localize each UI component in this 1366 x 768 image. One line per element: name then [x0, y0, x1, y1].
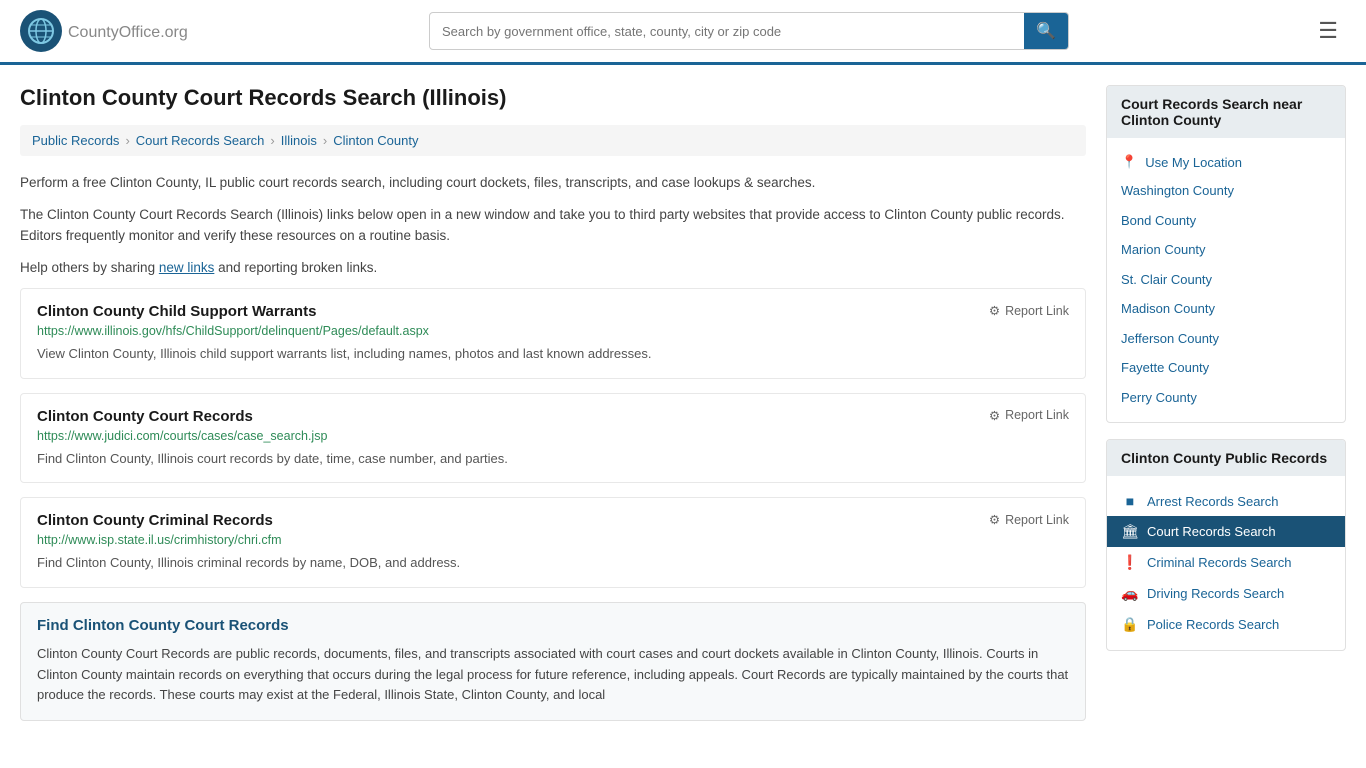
report-link-btn-2[interactable]: ⚙ Report Link	[989, 512, 1069, 527]
breadcrumb-court-records-search[interactable]: Court Records Search	[136, 133, 265, 148]
nearby-county-5[interactable]: Jefferson County	[1107, 324, 1345, 354]
hamburger-icon: ☰	[1318, 18, 1338, 43]
logo-text: CountyOffice.org	[68, 20, 188, 43]
page-title: Clinton County Court Records Search (Ill…	[20, 85, 1086, 111]
record-url-0[interactable]: https://www.illinois.gov/hfs/ChildSuppor…	[37, 324, 1069, 338]
sidebar-record-icon-4: 🔒	[1121, 616, 1139, 633]
find-section-body: Clinton County Court Records are public …	[37, 644, 1069, 706]
logo-suffix: .org	[160, 24, 188, 41]
breadcrumb-illinois[interactable]: Illinois	[281, 133, 317, 148]
description-3: Help others by sharing new links and rep…	[20, 257, 1086, 279]
record-item-1: Clinton County Court Records ⚙ Report Li…	[20, 393, 1086, 484]
logo-icon	[20, 10, 62, 52]
find-section: Find Clinton County Court Records Clinto…	[20, 602, 1086, 721]
records-list: Clinton County Child Support Warrants ⚙ …	[20, 288, 1086, 588]
record-title-2[interactable]: Clinton County Criminal Records	[37, 512, 273, 529]
new-links-link[interactable]: new links	[159, 260, 215, 275]
nearby-county-3[interactable]: St. Clair County	[1107, 265, 1345, 295]
search-icon: 🔍	[1036, 23, 1056, 40]
public-records-links-body: ■ Arrest Records Search 🏛 Court Records Sea…	[1107, 476, 1345, 650]
search-bar: 🔍	[429, 12, 1069, 50]
breadcrumb-sep-3: ›	[323, 133, 327, 148]
public-record-link-1[interactable]: 🏛 Court Records Search	[1107, 516, 1345, 547]
sidebar-record-label-0: Arrest Records Search	[1147, 494, 1279, 509]
record-title-0[interactable]: Clinton County Child Support Warrants	[37, 303, 316, 320]
sidebar: Court Records Search near Clinton County…	[1106, 85, 1346, 721]
record-title-1[interactable]: Clinton County Court Records	[37, 408, 253, 425]
content-area: Clinton County Court Records Search (Ill…	[20, 85, 1086, 721]
report-icon-0: ⚙	[989, 303, 1000, 318]
public-record-link-0[interactable]: ■ Arrest Records Search	[1107, 486, 1345, 516]
record-item-0: Clinton County Child Support Warrants ⚙ …	[20, 288, 1086, 379]
nearby-section-header: Court Records Search near Clinton County	[1107, 86, 1345, 138]
find-section-title: Find Clinton County Court Records	[37, 617, 1069, 634]
pin-icon: 📍	[1121, 154, 1137, 170]
report-link-btn-0[interactable]: ⚙ Report Link	[989, 303, 1069, 318]
site-header: CountyOffice.org 🔍 ☰	[0, 0, 1366, 65]
record-item-header-0: Clinton County Child Support Warrants ⚙ …	[37, 303, 1069, 320]
sidebar-record-icon-3: 🚗	[1121, 585, 1139, 602]
search-input[interactable]	[430, 16, 1024, 47]
report-icon-2: ⚙	[989, 512, 1000, 527]
main-container: Clinton County Court Records Search (Ill…	[0, 65, 1366, 721]
report-icon-1: ⚙	[989, 408, 1000, 423]
record-item-2: Clinton County Criminal Records ⚙ Report…	[20, 497, 1086, 588]
record-item-header-2: Clinton County Criminal Records ⚙ Report…	[37, 512, 1069, 529]
search-button[interactable]: 🔍	[1024, 13, 1068, 49]
public-records-section-header: Clinton County Public Records	[1107, 440, 1345, 476]
record-desc-2: Find Clinton County, Illinois criminal r…	[37, 553, 1069, 573]
sidebar-record-label-1: Court Records Search	[1147, 524, 1276, 539]
public-records-links: ■ Arrest Records Search 🏛 Court Records Sea…	[1107, 486, 1345, 640]
nearby-county-2[interactable]: Marion County	[1107, 235, 1345, 265]
public-records-section: Clinton County Public Records ■ Arrest Re…	[1106, 439, 1346, 651]
nearby-county-1[interactable]: Bond County	[1107, 206, 1345, 236]
breadcrumb-clinton-county[interactable]: Clinton County	[333, 133, 418, 148]
sidebar-record-icon-0: ■	[1121, 493, 1139, 509]
use-my-location-btn[interactable]: 📍 Use My Location	[1107, 148, 1345, 176]
sidebar-record-label-4: Police Records Search	[1147, 617, 1279, 632]
public-record-link-2[interactable]: ❗ Criminal Records Search	[1107, 547, 1345, 578]
public-record-link-3[interactable]: 🚗 Driving Records Search	[1107, 578, 1345, 609]
record-item-header-1: Clinton County Court Records ⚙ Report Li…	[37, 408, 1069, 425]
description-1: Perform a free Clinton County, IL public…	[20, 172, 1086, 194]
nearby-county-7[interactable]: Perry County	[1107, 383, 1345, 413]
record-url-1[interactable]: https://www.judici.com/courts/cases/case…	[37, 429, 1069, 443]
nearby-section-body: 📍 Use My Location Washington CountyBond …	[1107, 138, 1345, 422]
nearby-county-4[interactable]: Madison County	[1107, 294, 1345, 324]
breadcrumb-sep-1: ›	[125, 133, 129, 148]
record-desc-0: View Clinton County, Illinois child supp…	[37, 344, 1069, 364]
breadcrumb: Public Records › Court Records Search › …	[20, 125, 1086, 156]
logo-area: CountyOffice.org	[20, 10, 188, 52]
sidebar-record-label-3: Driving Records Search	[1147, 586, 1284, 601]
public-record-link-4[interactable]: 🔒 Police Records Search	[1107, 609, 1345, 640]
record-desc-1: Find Clinton County, Illinois court reco…	[37, 449, 1069, 469]
sidebar-record-icon-2: ❗	[1121, 554, 1139, 571]
breadcrumb-sep-2: ›	[270, 133, 274, 148]
record-url-2[interactable]: http://www.isp.state.il.us/crimhistory/c…	[37, 533, 1069, 547]
nearby-section: Court Records Search near Clinton County…	[1106, 85, 1346, 423]
menu-button[interactable]: ☰	[1310, 14, 1346, 48]
nearby-county-0[interactable]: Washington County	[1107, 176, 1345, 206]
report-link-btn-1[interactable]: ⚙ Report Link	[989, 408, 1069, 423]
nearby-counties-list: Washington CountyBond CountyMarion Count…	[1107, 176, 1345, 412]
description-2: The Clinton County Court Records Search …	[20, 204, 1086, 247]
nearby-county-6[interactable]: Fayette County	[1107, 353, 1345, 383]
breadcrumb-public-records[interactable]: Public Records	[32, 133, 119, 148]
sidebar-record-icon-1: 🏛	[1121, 523, 1139, 540]
sidebar-record-label-2: Criminal Records Search	[1147, 555, 1292, 570]
